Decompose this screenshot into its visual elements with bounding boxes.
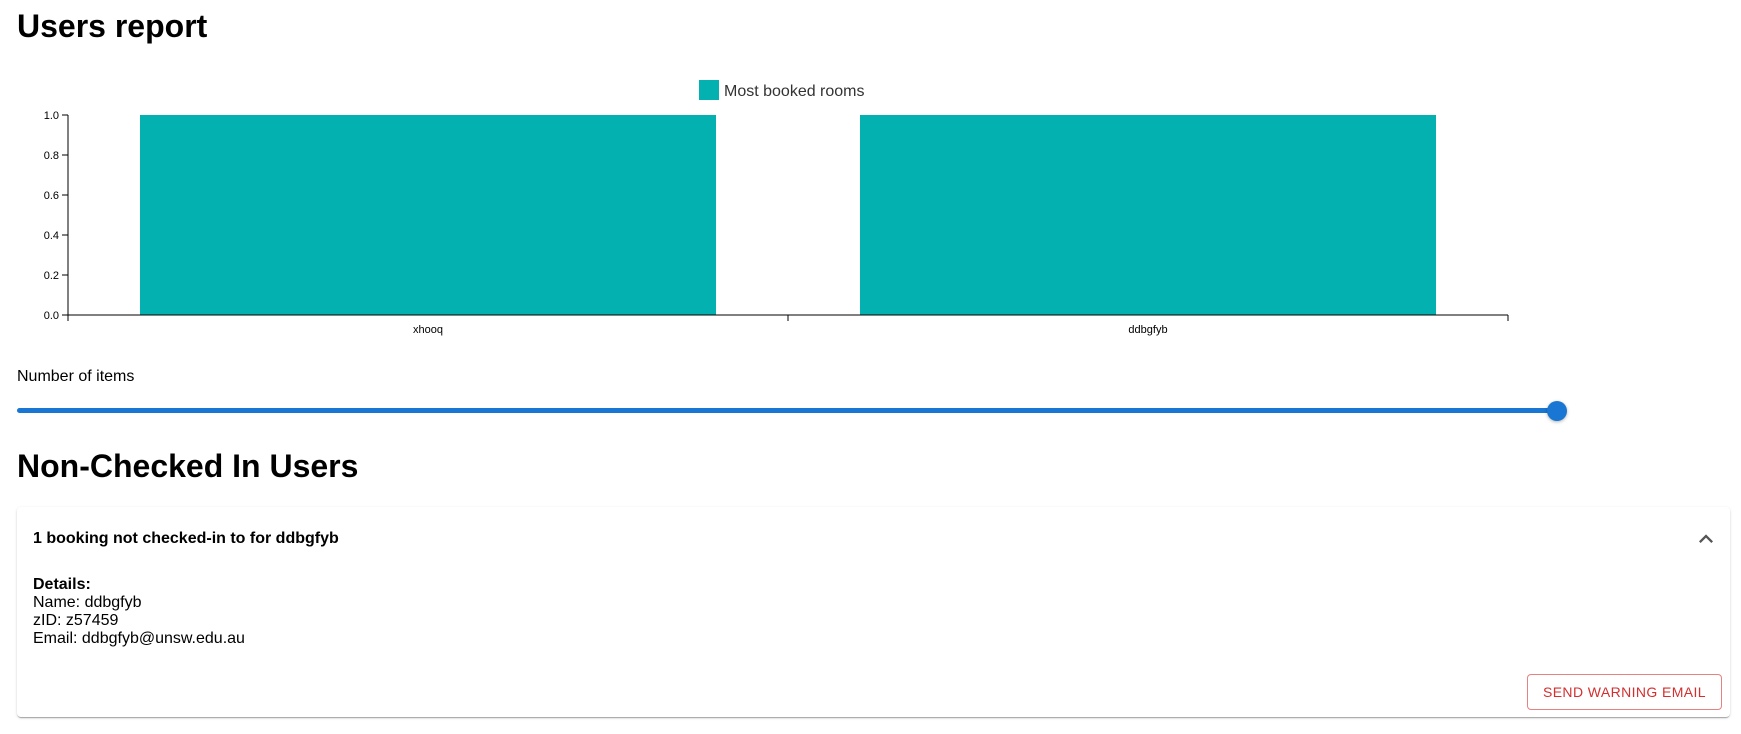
slider-thumb[interactable] [1547, 401, 1568, 421]
warning-header[interactable]: 1 booking not checked-in to for ddbgfyb [33, 527, 339, 551]
most-booked-rooms-chart: Most booked rooms 0.0 0.2 0.4 0.6 0.8 1.0 xhooq… [0, 70, 1560, 350]
users-report-page: Users report Most booked rooms 0.0 0.2 0.4 0… [0, 0, 1741, 734]
user-email: Email: ddbgfyb@unsw.edu.au [33, 630, 245, 647]
user-name: Name: ddbgfyb [33, 594, 142, 611]
warning-card: 1 booking not checked-in to for ddbgfyb … [17, 507, 1730, 717]
x-tick-label: ddbgfyb [1128, 324, 1167, 336]
y-tick-label: 0.4 [44, 230, 59, 242]
send-warning-email-button[interactable]: SEND WARNING EMAIL [1526, 674, 1722, 710]
chevron-up-icon[interactable] [1692, 525, 1720, 553]
legend-swatch[interactable] [699, 80, 719, 100]
bar-ddbgfyb[interactable] [860, 115, 1436, 315]
slider-label: Number of items [17, 368, 135, 385]
y-tick-label: 1.0 [44, 110, 59, 122]
y-tick-label: 0.0 [44, 310, 59, 322]
x-tick-label: xhooq [413, 324, 443, 336]
page-title: Users report [17, 8, 208, 44]
bar-chart-svg: Most booked rooms 0.0 0.2 0.4 0.6 0.8 1.0 xhooq… [44, 80, 1509, 336]
y-tick-label: 0.6 [44, 190, 59, 202]
legend-label[interactable]: Most booked rooms [724, 83, 865, 100]
bar-xhooq[interactable] [140, 115, 716, 315]
slider-track[interactable] [17, 408, 1561, 413]
user-details: Details: Name: ddbgfyb zID: z57459 Email… [33, 576, 245, 648]
y-tick-label: 0.2 [44, 270, 59, 282]
details-label: Details: [33, 576, 91, 593]
number-of-items-slider[interactable] [17, 400, 1568, 421]
user-zid: zID: z57459 [33, 612, 119, 629]
section-title: Non-Checked In Users [17, 448, 359, 484]
y-tick-label: 0.8 [44, 150, 59, 162]
